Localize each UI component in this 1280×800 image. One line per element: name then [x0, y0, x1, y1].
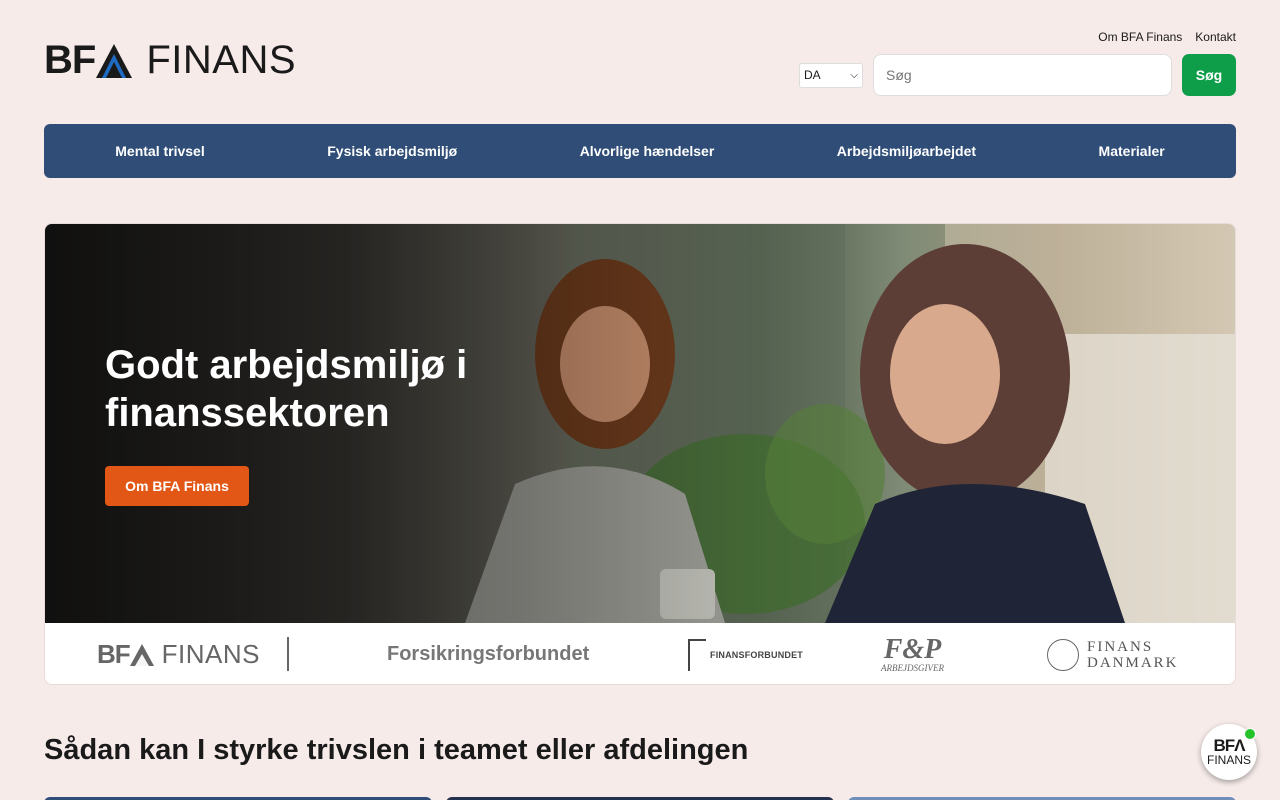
- logo-a-triangle-icon: [96, 43, 133, 78]
- site-header: BF FINANS Om BFA Finans Kontakt DA ⌵ Søg…: [44, 0, 1236, 110]
- about-link[interactable]: Om BFA Finans: [1098, 30, 1182, 44]
- fp-mark: F&P: [883, 633, 942, 665]
- partner-bfa-finans-text: FINANS: [161, 639, 261, 669]
- main-navigation: Mental trivsel Fysisk arbejdsmiljø Alvor…: [44, 124, 1236, 178]
- partner-logo-fp[interactable]: F&P ARBEJDSGIVER: [881, 623, 944, 684]
- search-button[interactable]: Søg: [1182, 54, 1236, 96]
- contact-link[interactable]: Kontakt: [1195, 30, 1236, 44]
- nav-item-materialer[interactable]: Materialer: [1099, 143, 1165, 159]
- forsikringsforbundet-text: Forsikringsforbundet: [387, 643, 590, 665]
- online-status-icon: [1244, 728, 1256, 740]
- nav-item-fysisk-arbejdsmiljo[interactable]: Fysisk arbejdsmiljø: [327, 143, 457, 159]
- hero-title: Godt arbejdsmiljø i finanssektoren: [105, 343, 468, 435]
- finansforbundet-mark-icon: [688, 638, 706, 671]
- chevron-down-icon: ⌵: [850, 69, 858, 81]
- logo-finans-text: FINANS: [146, 37, 297, 82]
- chat-widget-button[interactable]: BFΛ FINANS: [1201, 724, 1257, 780]
- finans-danmark-emblem-icon: [1047, 638, 1079, 671]
- section-title: Sådan kan I styrke trivslen i teamet ell…: [44, 734, 749, 766]
- finansforbundet-text: FINANSFORBUNDET: [710, 649, 803, 660]
- logo-bfa-mark: BF: [44, 38, 133, 83]
- partner-logo-finansforbundet[interactable]: FINANSFORBUNDET: [688, 623, 803, 684]
- finans-danmark-line2: DANMARK: [1087, 654, 1179, 671]
- about-bfa-button[interactable]: Om BFA Finans: [105, 466, 249, 506]
- search-bar: DA ⌵ Søg Søg: [799, 54, 1236, 96]
- nav-item-arbejdsmiljoarbejdet[interactable]: Arbejdsmiljøarbejdet: [837, 143, 976, 159]
- finans-danmark-text: FINANS DANMARK: [1087, 639, 1179, 671]
- bfa-finans-logo[interactable]: BF FINANS: [44, 37, 297, 83]
- partner-logo-finans-danmark[interactable]: FINANS DANMARK: [1047, 623, 1179, 684]
- search-input[interactable]: Søg: [873, 54, 1172, 96]
- partner-bfa-triangle-icon: [129, 643, 154, 666]
- partner-logos: BF FINANS Forsikringsforbundet FINANSFOR…: [45, 623, 1235, 684]
- finans-danmark-line1: FINANS: [1087, 638, 1154, 655]
- language-value: DA: [804, 68, 821, 82]
- chat-logo-finans: FINANS: [1206, 753, 1251, 767]
- nav-item-mental-trivsel[interactable]: Mental trivsel: [115, 143, 204, 159]
- chat-logo-bfa: BFΛ: [1213, 736, 1245, 755]
- partner-logo-forsikringsforbundet[interactable]: Forsikringsforbundet: [387, 623, 590, 684]
- partner-separator: [287, 637, 289, 671]
- language-select[interactable]: DA ⌵: [799, 62, 863, 88]
- partner-bfa-mark: BF: [97, 639, 131, 669]
- hero-section: Godt arbejdsmiljø i finanssektoren Om BF…: [44, 223, 1236, 685]
- search-placeholder: Søg: [886, 67, 912, 83]
- partner-logo-bfa-finans[interactable]: BF FINANS: [97, 623, 261, 684]
- top-links: Om BFA Finans Kontakt: [1098, 30, 1236, 44]
- nav-item-alvorlige-haendelser[interactable]: Alvorlige hændelser: [580, 143, 715, 159]
- fp-subtitle: ARBEJDSGIVER: [881, 662, 944, 673]
